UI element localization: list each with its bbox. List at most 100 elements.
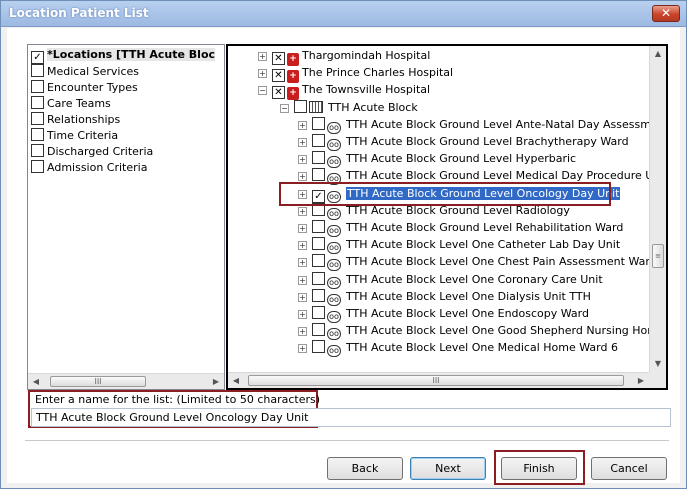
scroll-down-icon[interactable]: ▼ bbox=[650, 356, 666, 372]
close-icon: ✕ bbox=[660, 6, 672, 20]
tree-node[interactable]: + oo TTH Acute Block Ground Level Ante-Nat… bbox=[298, 116, 666, 134]
expand-icon[interactable]: + bbox=[298, 327, 307, 337]
ward-icon: oo bbox=[327, 328, 341, 341]
tree-node-label: TTH Acute Block Ground Level Medical Day… bbox=[346, 169, 668, 183]
cancel-button[interactable]: Cancel bbox=[591, 457, 667, 480]
tree-checkbox-icon[interactable]: ✕ bbox=[272, 69, 285, 83]
checkbox-icon[interactable] bbox=[31, 64, 44, 77]
tree-node[interactable]: − TTH Acute Block bbox=[280, 99, 418, 116]
checkbox-icon[interactable] bbox=[31, 80, 44, 93]
checkbox-icon[interactable] bbox=[31, 144, 44, 157]
tree-checkbox-icon[interactable] bbox=[312, 306, 325, 319]
criteria-item[interactable]: Discharged Criteria bbox=[31, 144, 153, 159]
ward-icon: oo bbox=[327, 242, 341, 255]
checkbox-icon[interactable] bbox=[31, 96, 44, 109]
tree-checkbox-icon[interactable] bbox=[312, 288, 325, 302]
expand-icon[interactable]: + bbox=[298, 138, 307, 147]
expand-icon[interactable]: + bbox=[298, 292, 307, 302]
scroll-thumb[interactable]: III bbox=[50, 376, 146, 387]
tree-checkbox-icon[interactable] bbox=[312, 116, 325, 130]
tree-node-label: TTH Acute Block bbox=[328, 100, 418, 114]
tree-node[interactable]: + oo TTH Acute Block Level One Catheter La… bbox=[298, 236, 620, 255]
tree-checkbox-icon[interactable] bbox=[312, 340, 325, 354]
tree-checkbox-icon[interactable] bbox=[312, 151, 325, 165]
expand-icon[interactable]: + bbox=[298, 310, 307, 319]
close-button[interactable]: ✕ bbox=[652, 5, 680, 22]
tree-node[interactable]: − ✕ + The Townsville Hospital bbox=[258, 81, 431, 101]
tree-node-label: TTH Acute Block Level One Dialysis Unit … bbox=[346, 289, 591, 303]
tree-node[interactable]: + oo TTH Acute Block Level One Coronary Ca… bbox=[298, 271, 603, 289]
tree-node[interactable]: + oo TTH Acute Block Level One Medical Hom… bbox=[298, 339, 618, 358]
expand-icon[interactable]: + bbox=[298, 344, 307, 354]
tree-node[interactable]: + oo TTH Acute Block Level One Good Shephe… bbox=[298, 322, 665, 341]
checkbox-icon[interactable] bbox=[31, 128, 44, 141]
tree-checkbox-icon[interactable] bbox=[312, 271, 325, 285]
collapse-icon[interactable]: − bbox=[280, 103, 289, 113]
collapse-icon[interactable]: − bbox=[258, 86, 267, 96]
dialog-content: ✓ *Locations [TTH Acute Bloc Medical Servi… bbox=[7, 28, 680, 485]
tree-horizontal-scrollbar[interactable]: ◀ III ▶ bbox=[228, 372, 649, 388]
tree-node[interactable]: + oo TTH Acute Block Ground Level Hyperbar… bbox=[298, 150, 577, 169]
scroll-up-icon[interactable]: ▲ bbox=[650, 46, 666, 62]
location-tree[interactable]: + ✕ + Thargomindah Hospital + ✕ + The Prince Ch… bbox=[226, 44, 668, 390]
expand-icon[interactable]: + bbox=[298, 155, 307, 165]
tree-node[interactable]: + oo TTH Acute Block Ground Level Brachyth… bbox=[298, 133, 629, 151]
back-button[interactable]: Back bbox=[327, 457, 403, 480]
expand-icon[interactable]: + bbox=[298, 120, 307, 130]
criteria-item-label: Encounter Types bbox=[47, 81, 138, 94]
expand-icon[interactable]: + bbox=[258, 69, 267, 79]
criteria-item[interactable]: Care Teams bbox=[31, 96, 111, 111]
expand-icon[interactable]: + bbox=[298, 275, 307, 285]
scroll-left-icon[interactable]: ◀ bbox=[228, 373, 244, 388]
ward-icon: oo bbox=[327, 121, 341, 134]
tree-node-label: The Prince Charles Hospital bbox=[302, 66, 454, 80]
expand-icon[interactable]: + bbox=[298, 258, 307, 268]
scroll-thumb[interactable]: III bbox=[248, 375, 624, 386]
tree-checkbox-icon[interactable] bbox=[312, 168, 325, 182]
criteria-item[interactable]: Relationships bbox=[31, 112, 120, 127]
tree-node[interactable]: + oo TTH Acute Block Ground Level Rehabili… bbox=[298, 219, 623, 237]
tree-checkbox-icon[interactable] bbox=[312, 220, 325, 233]
criteria-item[interactable]: ✓ *Locations [TTH Acute Bloc bbox=[31, 48, 216, 64]
tree-node[interactable]: + oo TTH Acute Block Level One Endoscopy W… bbox=[298, 305, 589, 323]
tree-node[interactable]: + oo TTH Acute Block Level One Chest Pain … bbox=[298, 253, 657, 272]
tree-node[interactable]: + ✕ + Thargomindah Hospital bbox=[258, 47, 430, 66]
tree-node[interactable]: + ✕ + The Prince Charles Hospital bbox=[258, 64, 454, 84]
expand-icon[interactable]: + bbox=[298, 241, 307, 251]
window-title: Location Patient List bbox=[9, 6, 149, 20]
tree-vertical-scrollbar[interactable]: ▲ ≡ ▼ bbox=[649, 46, 666, 372]
tree-node[interactable]: + oo TTH Acute Block Level One Dialysis Un… bbox=[298, 288, 591, 306]
scroll-right-icon[interactable]: ▶ bbox=[633, 373, 649, 388]
criteria-item[interactable]: Admission Criteria bbox=[31, 160, 147, 175]
scroll-right-icon[interactable]: ▶ bbox=[208, 374, 224, 389]
list-name-input[interactable] bbox=[31, 408, 671, 427]
tree-checkbox-icon[interactable]: ✕ bbox=[272, 52, 285, 65]
criteria-item[interactable]: Time Criteria bbox=[31, 128, 118, 143]
tree-node-label: The Townsville Hospital bbox=[302, 83, 431, 97]
scroll-left-icon[interactable]: ◀ bbox=[28, 374, 44, 389]
finish-button[interactable]: Finish bbox=[501, 457, 577, 480]
tree-checkbox-icon[interactable]: ✕ bbox=[272, 86, 285, 100]
criteria-list[interactable]: ✓ *Locations [TTH Acute Bloc Medical Servi… bbox=[27, 44, 225, 390]
criteria-item-label: *Locations [TTH Acute Bloc bbox=[47, 48, 216, 61]
scroll-thumb[interactable]: ≡ bbox=[652, 244, 664, 268]
tree-checkbox-icon[interactable] bbox=[312, 323, 325, 337]
checked-checkbox-icon[interactable]: ✓ bbox=[31, 51, 44, 64]
checkbox-icon[interactable] bbox=[31, 160, 44, 173]
next-button[interactable]: Next bbox=[410, 457, 486, 480]
criteria-item[interactable]: Medical Services bbox=[31, 64, 139, 79]
tree-node-label: TTH Acute Block Ground Level Hyperbaric bbox=[346, 152, 577, 166]
expand-icon[interactable]: + bbox=[298, 206, 307, 216]
tree-checkbox-icon[interactable] bbox=[312, 237, 325, 251]
tree-node-label: TTH Acute Block Ground Level Brachythera… bbox=[346, 135, 629, 148]
tree-checkbox-icon[interactable] bbox=[294, 99, 307, 113]
expand-icon[interactable]: + bbox=[258, 52, 267, 61]
criteria-horizontal-scrollbar[interactable]: ◀ III ▶ bbox=[28, 373, 224, 389]
expand-icon[interactable]: + bbox=[298, 224, 307, 233]
tree-checkbox-icon[interactable] bbox=[312, 134, 325, 147]
expand-icon[interactable]: + bbox=[298, 172, 307, 182]
checkbox-icon[interactable] bbox=[31, 112, 44, 125]
tree-checkbox-icon[interactable] bbox=[312, 254, 325, 268]
criteria-item[interactable]: Encounter Types bbox=[31, 80, 138, 95]
criteria-item-label: Relationships bbox=[47, 113, 121, 126]
